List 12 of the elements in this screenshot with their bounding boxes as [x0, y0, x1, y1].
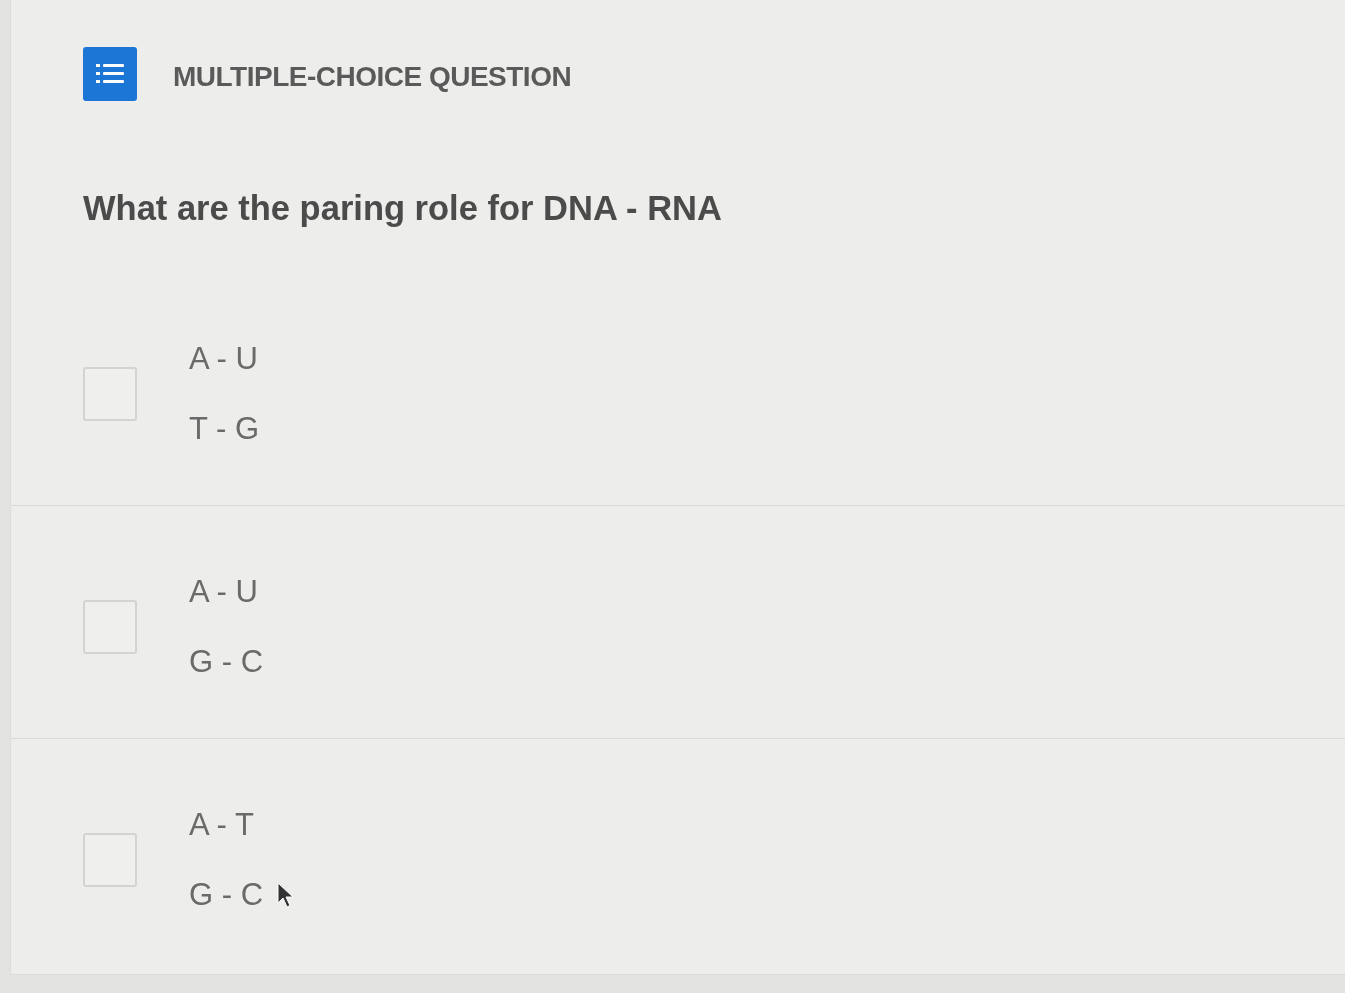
answer-checkbox[interactable]	[83, 600, 137, 654]
answer-option-text: A - U	[189, 341, 258, 377]
question-text: What are the paring role for DNA - RNA	[83, 189, 722, 227]
answer-option-text: A - T	[189, 807, 254, 843]
answer-option-text: A - U	[189, 574, 258, 610]
list-icon	[83, 47, 137, 101]
answer-checkbox[interactable]	[83, 833, 137, 887]
answer-checkbox[interactable]	[83, 367, 137, 421]
question-type-title: MULTIPLE-CHOICE QUESTION	[173, 61, 572, 93]
answer-option-text: T - G	[189, 411, 260, 447]
answer-option-text: G - C	[189, 644, 264, 680]
answer-option-text: G - C	[189, 877, 264, 913]
